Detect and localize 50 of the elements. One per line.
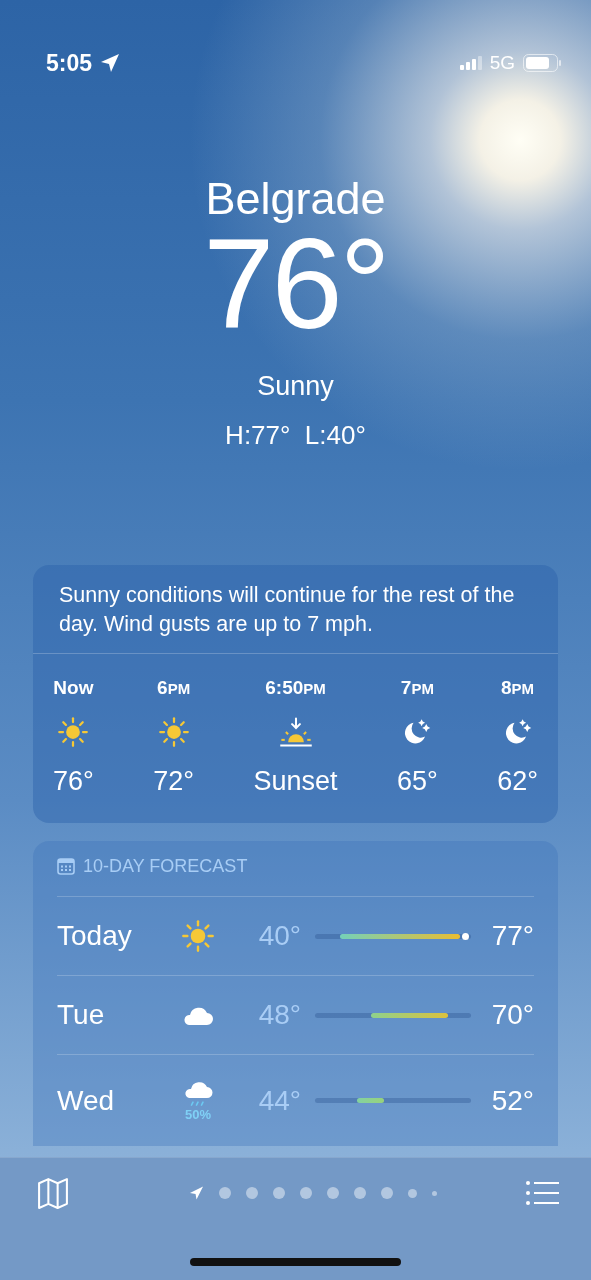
map-icon [36,1176,70,1210]
sun-icon [182,920,214,953]
city-name: Belgrade [204,174,387,224]
hour-label: Now [53,676,94,701]
sun-icon [158,716,189,747]
day-name: Today [57,919,133,954]
sun-icon [58,716,89,747]
page-indicator-dot[interactable] [353,1187,366,1199]
hour-value: 76° [53,764,94,798]
page-indicator-dot[interactable] [245,1187,258,1199]
page-indicator-dot[interactable] [407,1188,417,1198]
sunset-icon [277,716,314,747]
low-temperature: 48° [257,998,301,1033]
high-temperature: 77° [490,919,534,954]
hour-value: 72° [153,764,195,798]
page-indicator-dot[interactable] [218,1187,231,1199]
hour-label: 6PM [157,676,191,701]
hour-label: 7PM [400,676,434,701]
location-arrow-icon [100,53,121,73]
page-indicator-dot[interactable] [326,1187,339,1199]
map-button[interactable] [36,1176,70,1210]
low-temperature: 40° [257,919,301,954]
battery-icon [523,54,561,72]
page-indicator-dot[interactable] [431,1190,437,1196]
day-name: Tue [57,998,106,1033]
page-indicator-dot[interactable] [380,1187,393,1199]
location-page-indicator-icon[interactable] [188,1185,204,1201]
calendar-icon [57,858,75,876]
clock-time: 5:05 [46,48,93,78]
weather-condition: Sunny [256,369,335,403]
hour-value: 65° [396,764,438,798]
hour-value: Sunset [253,764,338,798]
signal-icon [459,56,482,70]
hour-value: 62° [497,764,538,798]
page-indicator-dot[interactable] [272,1187,285,1199]
high-low-temperature: H:77° L:40° [224,419,367,452]
high-temperature: 70° [490,998,534,1033]
temperature-range-bar [357,1098,384,1104]
page-indicator-dot[interactable] [299,1187,312,1199]
network-type: 5G [489,50,515,75]
day-name: Wed [57,1083,116,1118]
menu-icon [525,1180,559,1206]
section-title: 10-DAY FORECAST [83,855,248,879]
hour-label: 6:50PM [265,676,326,701]
high-temperature: 52° [490,1083,534,1118]
hour-label: 8PM [501,676,535,701]
low-temperature: 44° [257,1083,301,1118]
forecast-summary: Sunny conditions will continue for the rest of the day. Wind gusts are up to 7 mph. [33,565,558,655]
list-button[interactable] [525,1180,559,1206]
precipitation-chance: 50% [185,1107,211,1121]
